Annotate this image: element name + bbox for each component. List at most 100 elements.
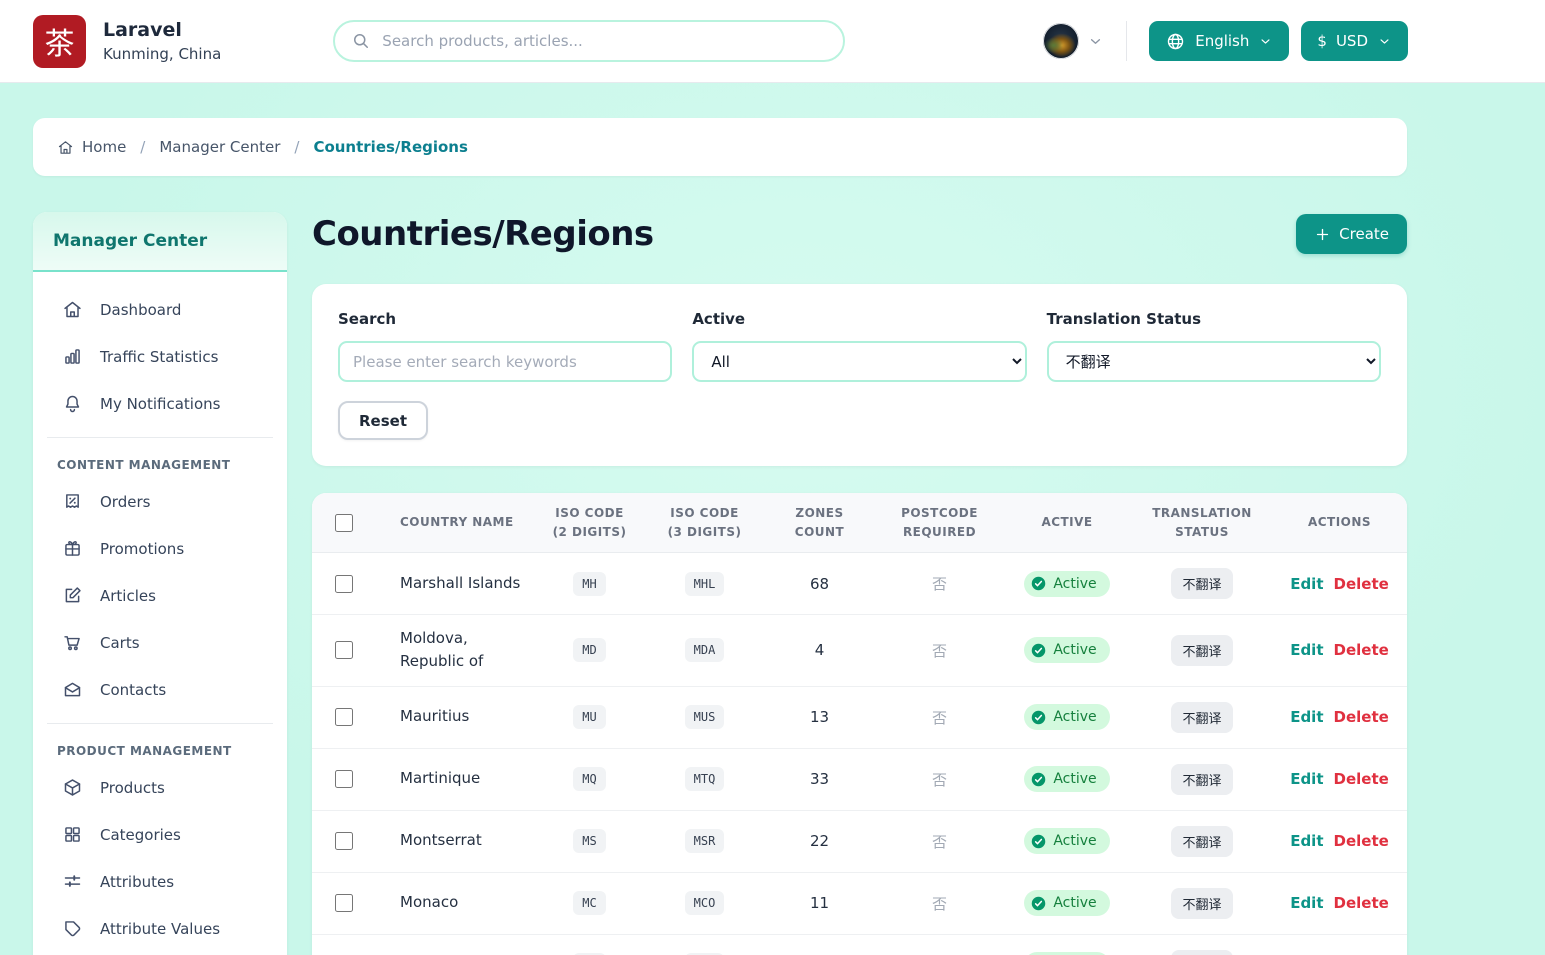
zones-count-cell: 11	[762, 894, 877, 912]
home-icon	[57, 139, 74, 156]
actions-cell: Edit Delete	[1272, 770, 1407, 788]
row-checkbox[interactable]	[335, 708, 353, 726]
sidebar-item[interactable]: Orders	[33, 478, 287, 525]
sidebar-item-label: Contacts	[100, 681, 166, 699]
sidebar-divider	[47, 723, 273, 724]
row-checkbox[interactable]	[335, 894, 353, 912]
column-header-iso3: ISO CODE (3 DIGITS)	[647, 504, 762, 541]
logo-glyph: 茶	[45, 19, 75, 63]
edit-link[interactable]: Edit	[1290, 832, 1323, 850]
sidebar-item[interactable]: Attributes	[33, 858, 287, 905]
app-logo[interactable]: 茶	[33, 15, 86, 68]
sidebar-item[interactable]: My Notifications	[33, 380, 287, 427]
edit-link[interactable]: Edit	[1290, 641, 1323, 659]
sidebar-group-product: Products Categories Attributes	[33, 764, 287, 952]
user-menu-chevron-down-icon[interactable]	[1087, 33, 1104, 50]
global-search-input[interactable]	[382, 32, 827, 50]
iso3-chip: MDA	[685, 638, 725, 662]
create-button[interactable]: Create	[1296, 214, 1407, 254]
currency-button[interactable]: $ USD	[1301, 21, 1408, 61]
column-header-country-name: COUNTRY NAME	[372, 501, 532, 544]
check-circle-icon	[1031, 896, 1046, 911]
table-header-row: COUNTRY NAME ISO CODE (2 DIGITS) ISO COD…	[312, 493, 1407, 553]
status-badge: Active	[1024, 766, 1109, 792]
filter-active: Active All	[692, 310, 1026, 382]
row-checkbox-cell	[312, 641, 372, 659]
delete-link[interactable]: Delete	[1334, 575, 1389, 593]
sidebar-item[interactable]: Promotions	[33, 525, 287, 572]
iso2-cell: MD	[532, 638, 647, 662]
delete-link[interactable]: Delete	[1334, 641, 1389, 659]
breadcrumb-home[interactable]: Home	[57, 138, 126, 156]
check-circle-icon	[1031, 576, 1046, 591]
delete-link[interactable]: Delete	[1334, 832, 1389, 850]
translation-status-cell: 不翻译	[1132, 635, 1272, 666]
actions-cell: Edit Delete	[1272, 708, 1407, 726]
sidebar-item-label: Products	[100, 779, 165, 797]
delete-link[interactable]: Delete	[1334, 894, 1389, 912]
sidebar-item-label: Carts	[100, 634, 140, 652]
column-header-zones-count: ZONES COUNT	[762, 504, 877, 541]
iso2-cell: MS	[532, 829, 647, 853]
sidebar-item[interactable]: Products	[33, 764, 287, 811]
column-header-translation-status: TRANSLATION STATUS	[1132, 504, 1272, 541]
sidebar-item[interactable]: Carts	[33, 619, 287, 666]
table-body: Marshall Islands MH MHL 68 否 Active	[312, 553, 1407, 955]
reset-button[interactable]: Reset	[338, 401, 428, 440]
edit-link[interactable]: Edit	[1290, 894, 1323, 912]
iso2-chip: MQ	[573, 767, 605, 791]
sidebar-group-content: Orders Promotions Articles	[33, 478, 287, 713]
main-content: Countries/Regions Create Search Active	[312, 212, 1407, 955]
row-checkbox-cell	[312, 708, 372, 726]
sidebar-title: Manager Center	[33, 212, 287, 272]
sidebar-item[interactable]: Dashboard	[33, 286, 287, 333]
table-row: Marshall Islands MH MHL 68 否 Active	[312, 553, 1407, 615]
table-row: Monaco MC MCO 11 否 Active 不翻译	[312, 873, 1407, 935]
check-circle-icon	[1031, 772, 1046, 787]
sidebar-item[interactable]: Attribute Values	[33, 905, 287, 952]
row-checkbox[interactable]	[335, 770, 353, 788]
sidebar-item-icon	[62, 918, 83, 939]
row-checkbox[interactable]	[335, 575, 353, 593]
create-button-label: Create	[1339, 225, 1389, 243]
chevron-down-icon	[1258, 34, 1273, 49]
status-badge: Active	[1024, 637, 1109, 663]
user-avatar[interactable]	[1043, 23, 1079, 59]
active-cell: Active	[1002, 828, 1132, 854]
status-badge-label: Active	[1053, 771, 1096, 787]
delete-link[interactable]: Delete	[1334, 708, 1389, 726]
edit-link[interactable]: Edit	[1290, 770, 1323, 788]
iso2-cell: MQ	[532, 767, 647, 791]
select-all-checkbox[interactable]	[335, 514, 353, 532]
search-keywords-input[interactable]	[338, 341, 672, 382]
breadcrumb-manager-center[interactable]: Manager Center	[159, 138, 280, 156]
search-icon	[351, 31, 371, 51]
sidebar-item-label: Dashboard	[100, 301, 181, 319]
row-checkbox[interactable]	[335, 832, 353, 850]
language-button[interactable]: English	[1149, 21, 1289, 61]
edit-link[interactable]: Edit	[1290, 575, 1323, 593]
delete-link[interactable]: Delete	[1334, 770, 1389, 788]
translation-status-filter-select[interactable]: 不翻译	[1047, 341, 1381, 382]
status-badge-label: Active	[1053, 833, 1096, 849]
iso2-chip: MH	[573, 572, 605, 596]
country-name-cell: Malta	[372, 941, 532, 955]
chevron-down-icon	[1377, 34, 1392, 49]
translation-status-cell: 不翻译	[1132, 826, 1272, 857]
sidebar-item[interactable]: Categories	[33, 811, 287, 858]
sidebar-nav: Dashboard Traffic Statistics My Notifica…	[33, 272, 287, 955]
sidebar-item[interactable]: Traffic Statistics	[33, 333, 287, 380]
table-row: Montserrat MS MSR 22 否 Active	[312, 811, 1407, 873]
active-filter-select[interactable]: All	[692, 341, 1026, 382]
row-checkbox[interactable]	[335, 641, 353, 659]
actions-cell: Edit Delete	[1272, 575, 1407, 593]
filters-card: Search Active All Translation Status 不翻译	[312, 284, 1407, 466]
sidebar-item[interactable]: Articles	[33, 572, 287, 619]
global-search[interactable]	[333, 20, 845, 62]
breadcrumb: Home / Manager Center / Countries/Region…	[33, 118, 1407, 176]
sidebar-item[interactable]: Contacts	[33, 666, 287, 713]
zones-count-cell: 33	[762, 770, 877, 788]
edit-link[interactable]: Edit	[1290, 708, 1323, 726]
sidebar: Manager Center Dashboard Traffic Statist…	[33, 212, 287, 955]
country-name-cell: Monaco	[372, 879, 532, 926]
